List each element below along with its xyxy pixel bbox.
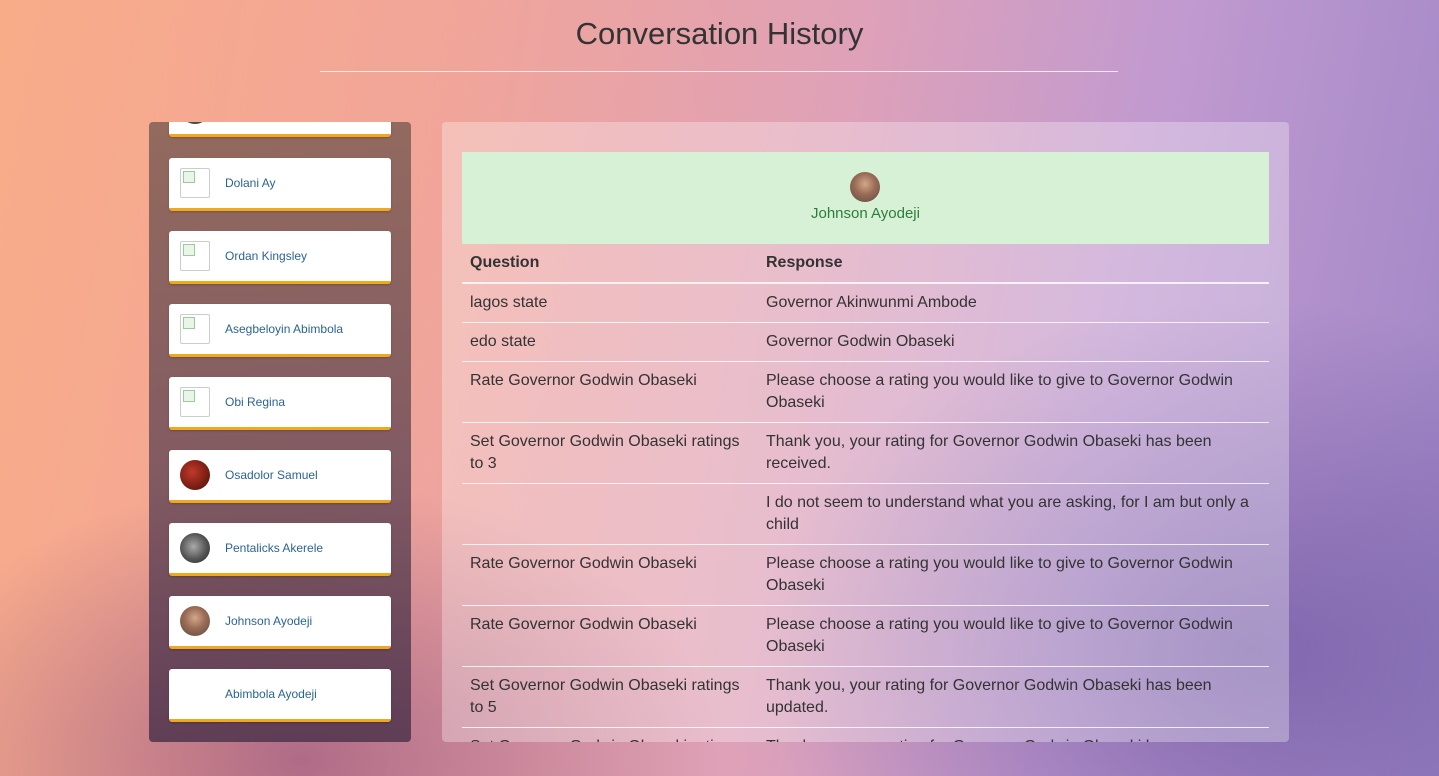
user-card-name[interactable]: Asegbeloyin Abimbola [225, 322, 343, 336]
user-card-name[interactable]: Osadolor Samuel [225, 468, 318, 482]
question-column-header: Question [462, 244, 758, 284]
broken-image-icon [180, 241, 210, 271]
table-row: lagos state Governor Akinwunmi Ambode [462, 282, 1269, 323]
user-avatar [180, 679, 210, 709]
broken-image-icon [180, 168, 210, 198]
user-card[interactable]: Dolani Ay [169, 158, 391, 211]
user-card[interactable]: Pentalicks Akerele [169, 523, 391, 576]
user-card-name[interactable]: Ordan Kingsley [225, 249, 307, 263]
user-avatar [180, 122, 210, 124]
user-card[interactable]: Ordan Kingsley [169, 231, 391, 284]
response-column-header: Response [758, 244, 1269, 284]
table-row: Set Governor Godwin Obaseki ratings Than… [462, 727, 1269, 742]
question-cell: lagos state [462, 282, 758, 323]
page-title: Conversation History [575, 16, 864, 51]
title-divider [320, 71, 1118, 72]
table-row: edo state Governor Godwin Obaseki [462, 322, 1269, 362]
table-row: I do not seem to understand what you are… [462, 483, 1269, 545]
broken-image-icon [180, 387, 210, 417]
user-card[interactable] [169, 122, 391, 137]
question-cell: Rate Governor Godwin Obaseki [462, 361, 758, 423]
question-cell [462, 483, 758, 545]
table-row: Set Governor Godwin Obaseki ratings to 5… [462, 666, 1269, 728]
response-cell: Please choose a rating you would like to… [758, 361, 1269, 423]
question-cell: Set Governor Godwin Obaseki ratings [462, 727, 758, 742]
response-cell: Thank you, your rating for Governor Godw… [758, 422, 1269, 484]
user-card-name[interactable]: Obi Regina [225, 395, 285, 409]
user-avatar [180, 460, 210, 490]
user-card-name[interactable]: Dolani Ay [225, 176, 275, 190]
response-cell: Please choose a rating you would like to… [758, 544, 1269, 606]
user-list-sidebar[interactable]: Dolani Ay Ordan Kingsley Asegbeloyin Abi… [149, 122, 411, 742]
table-row: Rate Governor Godwin Obaseki Please choo… [462, 361, 1269, 423]
user-avatar [180, 606, 210, 636]
user-avatar [180, 533, 210, 563]
conversation-panel[interactable]: Johnson Ayodeji Question Response lagos … [442, 122, 1289, 742]
response-cell: Governor Akinwunmi Ambode [758, 282, 1269, 323]
table-header-row: Question Response [462, 244, 1269, 284]
response-cell: Please choose a rating you would like to… [758, 605, 1269, 667]
response-cell: Thank you, your rating for Governor Godw… [758, 666, 1269, 728]
user-avatar [850, 172, 880, 202]
response-cell: Governor Godwin Obaseki [758, 322, 1269, 362]
user-card-name[interactable]: Johnson Ayodeji [225, 614, 312, 628]
conversation-table: Question Response lagos state Governor A… [462, 244, 1269, 742]
broken-image-icon [180, 314, 210, 344]
user-card[interactable]: Johnson Ayodeji [169, 596, 391, 649]
user-card-name[interactable]: Pentalicks Akerele [225, 541, 323, 555]
user-card[interactable]: Osadolor Samuel [169, 450, 391, 503]
table-row: Set Governor Godwin Obaseki ratings to 3… [462, 422, 1269, 484]
selected-user-name: Johnson Ayodeji [811, 205, 920, 222]
question-cell: edo state [462, 322, 758, 362]
user-card[interactable]: Abimbola Ayodeji [169, 669, 391, 722]
selected-user-header: Johnson Ayodeji [462, 152, 1269, 244]
user-card[interactable]: Asegbeloyin Abimbola [169, 304, 391, 357]
question-cell: Rate Governor Godwin Obaseki [462, 544, 758, 606]
question-cell: Set Governor Godwin Obaseki ratings to 3 [462, 422, 758, 484]
question-cell: Rate Governor Godwin Obaseki [462, 605, 758, 667]
response-cell: Thank you, your rating for Governor Godw… [758, 727, 1269, 742]
table-row: Rate Governor Godwin Obaseki Please choo… [462, 605, 1269, 667]
table-row: Rate Governor Godwin Obaseki Please choo… [462, 544, 1269, 606]
response-cell: I do not seem to understand what you are… [758, 483, 1269, 545]
user-card[interactable]: Obi Regina [169, 377, 391, 430]
user-card-name[interactable]: Abimbola Ayodeji [225, 687, 317, 701]
question-cell: Set Governor Godwin Obaseki ratings to 5 [462, 666, 758, 728]
